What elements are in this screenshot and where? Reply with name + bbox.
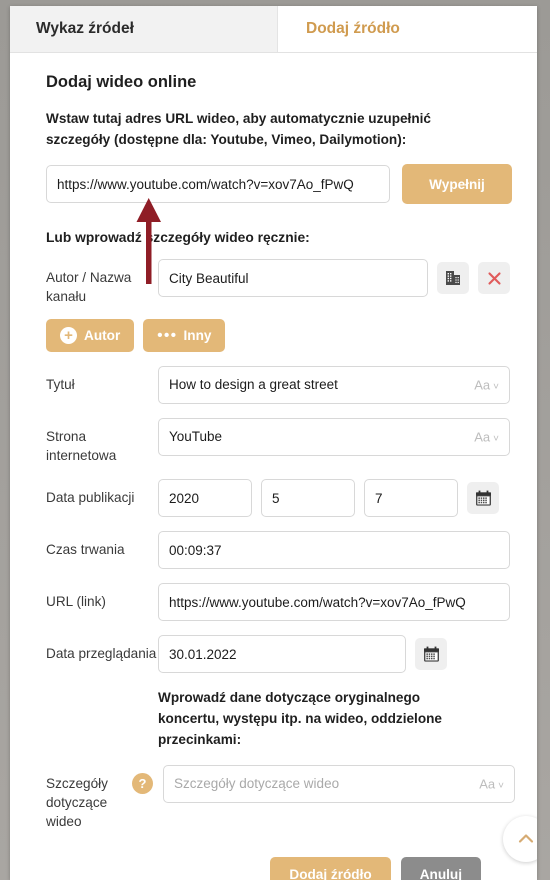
url-autofill-row: Wypełnij [46,164,515,205]
view-date-row: Data przeglądania [34,635,515,674]
author-input[interactable] [158,259,428,298]
video-url-input[interactable] [46,165,390,204]
tab-bar: Wykaz źródeł Dodaj źródło [10,6,537,53]
plus-icon: + [60,326,77,344]
form-content: Dodaj wideo online Wstaw tutaj adres URL… [10,73,537,880]
duration-label: Czas trwania [46,542,125,558]
tab-add-source-label: Dodaj źródło [306,20,400,37]
title-input[interactable] [158,365,510,404]
organization-picker-button[interactable] [437,262,469,295]
view-date-label: Data przeglądania [46,646,157,662]
calendar-icon [475,490,491,506]
original-event-notice: Wprowadź dane dotyczące oryginalnego kon… [158,690,442,748]
publication-date-label: Data publikacji [46,490,135,506]
view-date-input[interactable] [158,635,406,674]
dialog-actions: Dodaj źródło Anuluj [34,857,481,880]
title-label: Tytuł [46,376,75,392]
tab-add-source[interactable]: Dodaj źródło [278,6,537,52]
submit-add-source-button[interactable]: Dodaj źródło [270,857,391,880]
page-title: Dodaj wideo online [46,73,197,91]
building-icon [446,271,460,286]
title-row: Tytuł Aa˅ [34,365,515,404]
publication-day-input[interactable] [364,479,458,518]
video-details-label: Szczegóły dotyczące wideo [46,775,108,830]
calendar-icon-view-date [423,646,439,662]
tab-source-list-label: Wykaz źródeł [36,20,134,37]
chevron-up-icon [518,834,534,843]
website-input[interactable] [158,417,510,456]
video-details-row: Szczegóły dotyczące wideo ? Aa˅ [34,764,515,832]
cancel-button[interactable]: Anuluj [400,857,481,880]
publication-year-input[interactable] [158,479,252,518]
manual-entry-subheading: Lub wprowadź szczegóły wideo ręcznie: [46,230,310,246]
author-label: Autor / Nazwa kanału [46,270,132,305]
publication-month-input[interactable] [261,479,355,518]
tab-source-list[interactable]: Wykaz źródeł [10,6,278,52]
url-link-label: URL (link) [46,594,106,610]
ellipsis-icon: ••• [157,326,178,344]
add-contributor-row: + Autor ••• Inny [46,318,515,352]
url-link-input[interactable] [158,583,510,622]
add-other-button[interactable]: ••• Inny [143,318,226,352]
duration-row: Czas trwania [34,531,515,570]
remove-author-button[interactable] [478,262,510,295]
fill-button[interactable]: Wypełnij [402,164,512,205]
author-row: Autor / Nazwa kanału [34,259,515,307]
url-link-row: URL (link) [34,583,515,622]
website-row: Strona internetowa Aa˅ [34,417,515,466]
add-source-dialog: Wykaz źródeł Dodaj źródło Dodaj wideo on… [10,6,537,880]
publication-date-picker-button[interactable] [467,482,499,515]
publication-date-row: Data publikacji [34,479,515,518]
add-author-label: Autor [84,327,121,343]
original-event-notice-row: Wprowadź dane dotyczące oryginalnego kon… [34,687,515,750]
intro-instructions: Wstaw tutaj adres URL wideo, aby automat… [46,111,431,148]
website-label: Strona internetowa [46,428,117,464]
close-icon [487,272,501,285]
add-other-label: Inny [183,327,212,343]
help-icon[interactable]: ? [132,773,153,794]
duration-input[interactable] [158,531,510,570]
view-date-picker-button[interactable] [415,638,447,671]
notice-spacer [34,687,158,696]
add-author-button[interactable]: + Autor [46,318,135,352]
video-details-input[interactable] [163,764,515,803]
